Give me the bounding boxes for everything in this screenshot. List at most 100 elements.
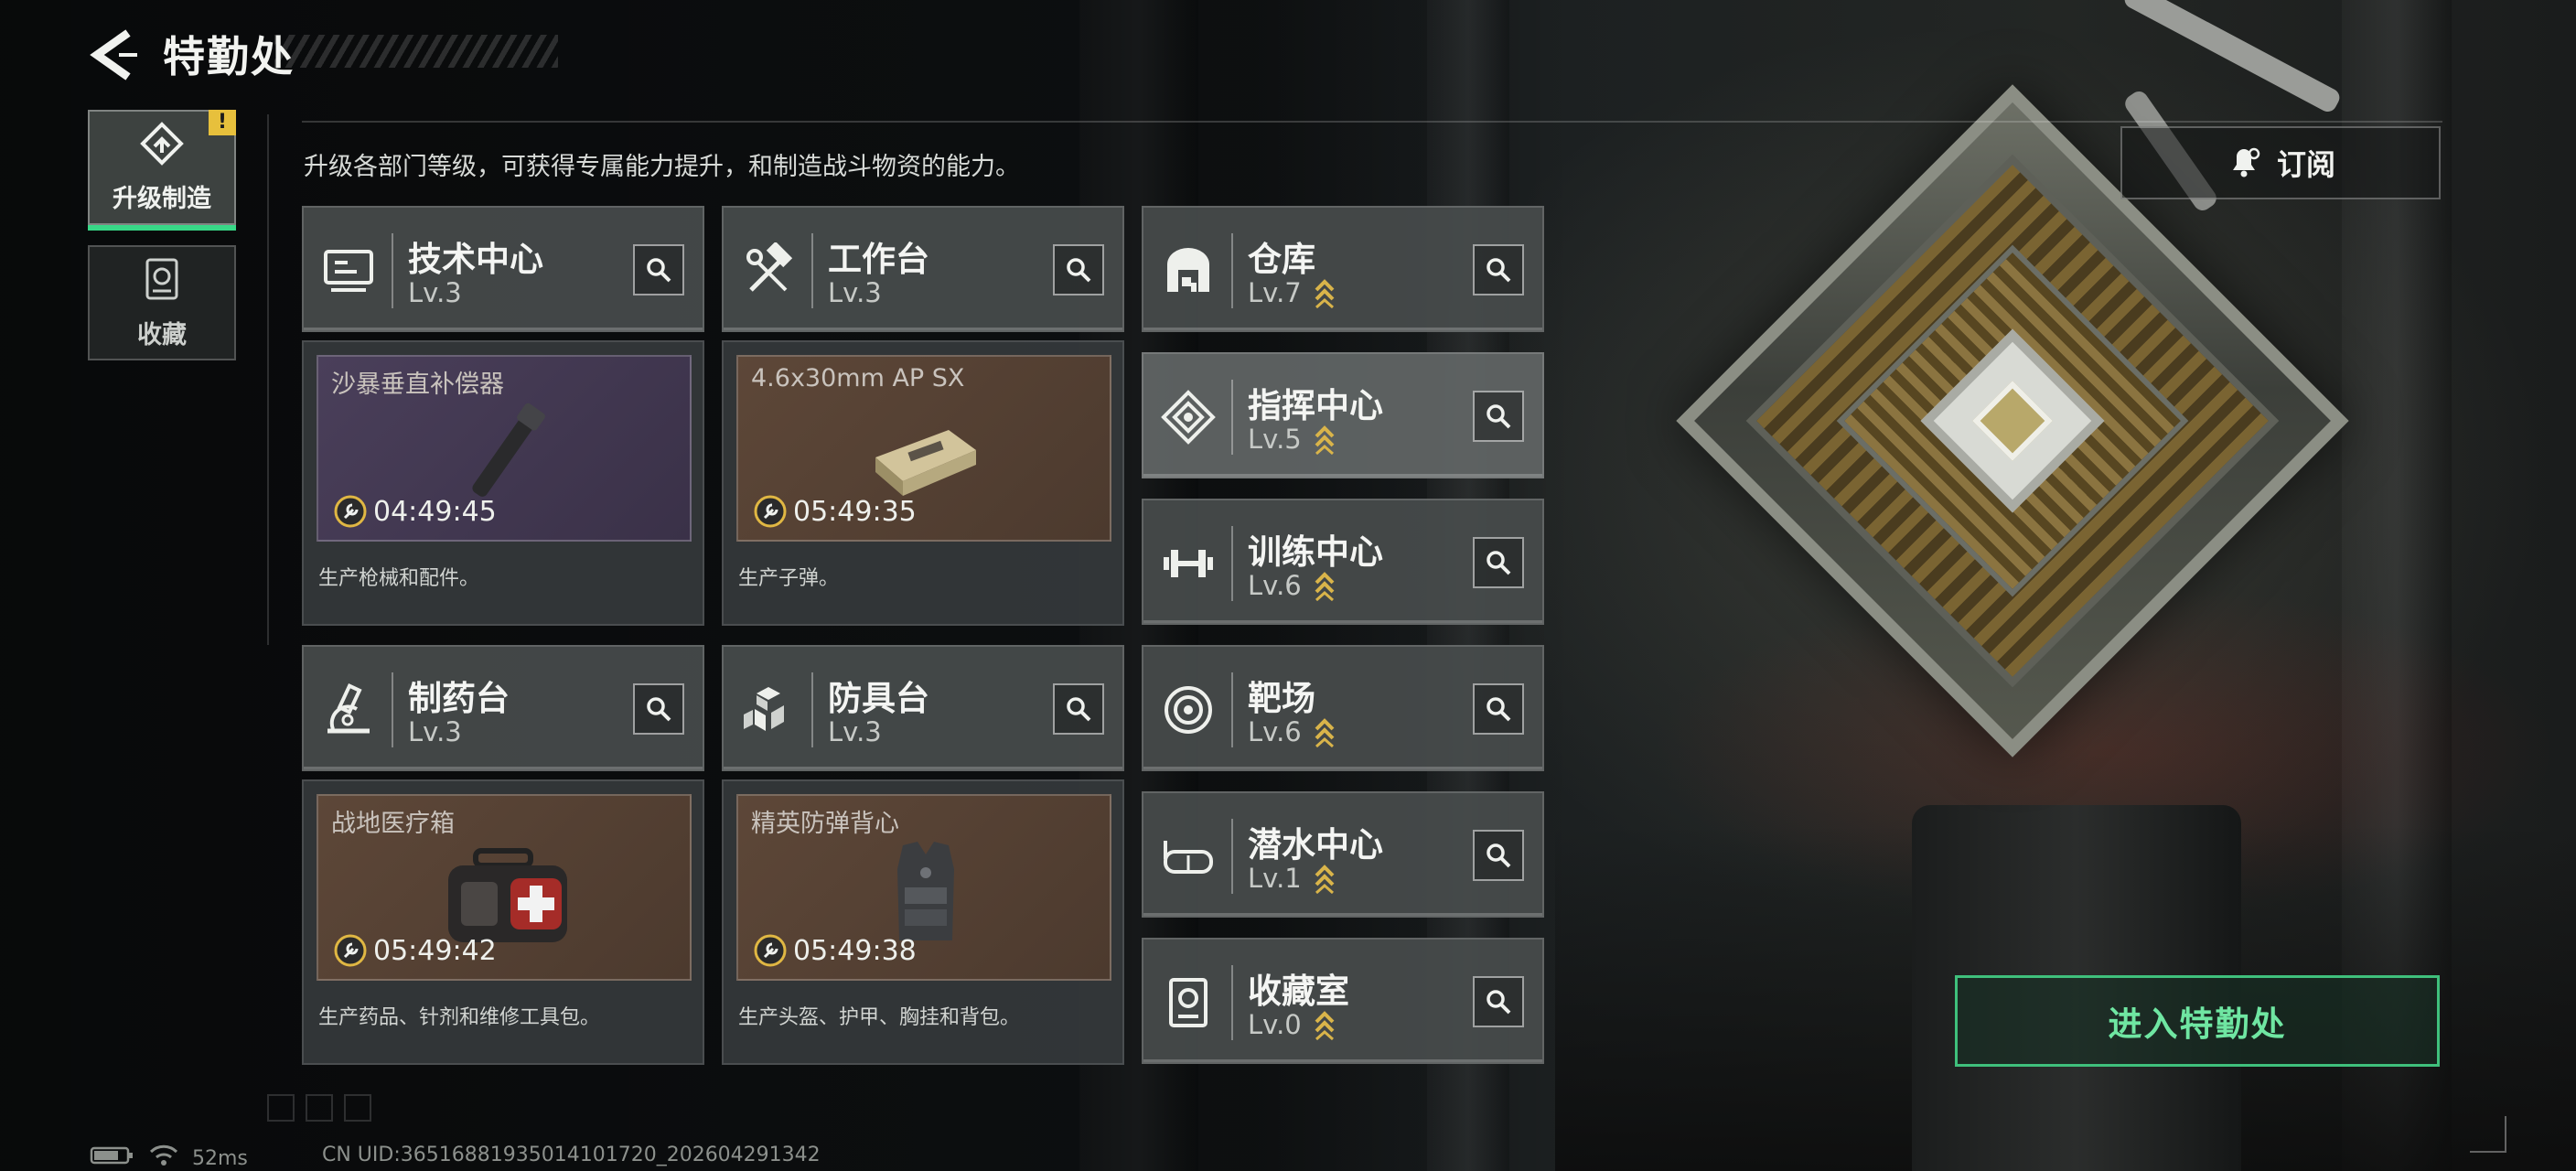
collection-room-icon <box>1160 974 1217 1031</box>
station-level: Lv.3 <box>408 716 462 747</box>
production-item[interactable]: 4.6x30mm AP SX 05:49:35 <box>736 355 1111 542</box>
search-button[interactable] <box>1473 830 1524 881</box>
search-button[interactable] <box>1053 244 1104 295</box>
timer-value: 04:49:45 <box>373 495 497 528</box>
magnifier-icon <box>1067 258 1091 283</box>
production-slot-pharmacy[interactable]: 战地医疗箱 05:49:42 生产药品、针剂和维修工具包。 <box>302 779 704 1065</box>
item-name: 战地医疗箱 <box>331 810 455 838</box>
tab-upgrade-build[interactable]: ! 升级制造 <box>88 110 236 231</box>
station-level: Lv.3 <box>828 277 882 308</box>
upgrade-available-icon <box>1315 865 1335 894</box>
facility-level: Lv.7 <box>1248 277 1302 308</box>
search-button[interactable] <box>633 683 684 735</box>
magnifier-icon <box>1487 990 1511 1015</box>
collection-icon <box>142 256 182 306</box>
facility-diving-center[interactable]: 潜水中心 Lv.1 <box>1142 791 1544 918</box>
tab-label: 收藏 <box>137 320 187 349</box>
command-center-icon <box>1160 389 1217 446</box>
divider <box>1231 526 1233 601</box>
timer-value: 05:49:38 <box>793 934 917 967</box>
magnifier-icon <box>647 697 671 722</box>
station-header-workbench[interactable]: 工作台 Lv.3 <box>722 206 1124 332</box>
microscope-icon <box>320 682 377 738</box>
facility-name: 收藏室 <box>1248 972 1349 1011</box>
tab-label: 升级制造 <box>113 184 211 213</box>
production-item[interactable]: 战地医疗箱 05:49:42 <box>317 794 692 981</box>
status-bar: 52ms <box>90 1144 248 1171</box>
magnifier-icon <box>1067 697 1091 722</box>
production-slot-tech-center[interactable]: 沙暴垂直补偿器 04:49:45 生产枪械和配件。 <box>302 340 704 626</box>
magnifier-icon <box>1487 258 1511 283</box>
search-button[interactable] <box>1473 537 1524 588</box>
enter-special-ops-button[interactable]: 进入特勤处 <box>1955 975 2440 1067</box>
tech-center-icon <box>320 242 377 299</box>
search-button[interactable] <box>1473 976 1524 1027</box>
wrench-timer-icon <box>334 495 367 528</box>
production-item[interactable]: 沙暴垂直补偿器 04:49:45 <box>317 355 692 542</box>
production-timer: 05:49:42 <box>333 933 497 968</box>
divider <box>1231 233 1233 308</box>
divider <box>1231 380 1233 455</box>
warehouse-icon <box>1160 242 1217 299</box>
station-header-armor[interactable]: 防具台 Lv.3 <box>722 645 1124 771</box>
facility-name: 靶场 <box>1248 679 1315 718</box>
production-timer: 05:49:38 <box>753 933 917 968</box>
subscribe-button[interactable]: 订阅 <box>2120 126 2441 199</box>
decoration <box>306 1094 333 1122</box>
decoration <box>267 1094 295 1122</box>
facility-name: 指挥中心 <box>1248 386 1383 425</box>
magnifier-icon <box>1487 404 1511 429</box>
corner-decoration <box>2470 1116 2506 1153</box>
magnifier-icon <box>1487 843 1511 868</box>
search-button[interactable] <box>633 244 684 295</box>
divider <box>302 121 2442 123</box>
wifi-icon <box>148 1144 179 1171</box>
item-name: 4.6x30mm AP SX <box>751 364 965 392</box>
facility-level: Lv.1 <box>1248 863 1302 894</box>
hammer-wrench-icon <box>740 241 797 299</box>
back-arrow-icon[interactable] <box>86 27 141 82</box>
alert-badge: ! <box>209 110 236 135</box>
upgrade-available-icon <box>1315 718 1335 747</box>
title-decoration <box>274 35 558 68</box>
upgrade-available-icon <box>1315 1011 1335 1040</box>
station-header-pharmacy[interactable]: 制药台 Lv.3 <box>302 645 704 771</box>
page-title: 特勤处 <box>163 32 295 81</box>
dumbbell-icon <box>1160 535 1217 592</box>
user-uid: CN UID:365168819350141017​20_20260429134… <box>322 1144 821 1166</box>
upgrade-available-icon <box>1315 425 1335 455</box>
station-name: 工作台 <box>828 240 929 279</box>
magnifier-icon <box>647 258 671 283</box>
search-button[interactable] <box>1473 683 1524 735</box>
divider <box>811 672 813 747</box>
magnifier-icon <box>1487 697 1511 722</box>
wrench-timer-icon <box>754 495 787 528</box>
subscribe-label: 订阅 <box>2276 147 2335 182</box>
divider <box>811 233 813 308</box>
search-button[interactable] <box>1473 244 1524 295</box>
production-timer: 04:49:45 <box>333 494 497 529</box>
facility-command-center[interactable]: 指挥中心 Lv.5 <box>1142 352 1544 478</box>
facility-collection-room[interactable]: 收藏室 Lv.0 <box>1142 938 1544 1064</box>
production-slot-armor[interactable]: 精英防弹背心 05:49:38 生产头盔、护甲、胸挂和背包。 <box>722 779 1124 1065</box>
tab-collection[interactable]: 收藏 <box>88 245 236 360</box>
target-icon <box>1160 682 1217 738</box>
station-header-tech-center[interactable]: 技术中心 Lv.3 <box>302 206 704 332</box>
production-slot-workbench[interactable]: 4.6x30mm AP SX 05:49:35 生产子弹。 <box>722 340 1124 626</box>
decoration <box>344 1094 371 1122</box>
wrench-timer-icon <box>754 934 787 967</box>
search-button[interactable] <box>1473 391 1524 442</box>
facility-level: Lv.6 <box>1248 716 1302 747</box>
divider <box>392 233 393 308</box>
divider <box>1231 965 1233 1040</box>
station-description: 生产子弹。 <box>738 567 840 590</box>
facility-name: 训练中心 <box>1248 532 1383 572</box>
facility-shooting-range[interactable]: 靶场 Lv.6 <box>1142 645 1544 771</box>
facility-training-center[interactable]: 训练中心 Lv.6 <box>1142 499 1544 625</box>
ping-value: 52ms <box>192 1146 248 1170</box>
production-item[interactable]: 精英防弹背心 05:49:38 <box>736 794 1111 981</box>
facility-warehouse[interactable]: 仓库 Lv.7 <box>1142 206 1544 332</box>
search-button[interactable] <box>1053 683 1104 735</box>
upgrade-available-icon <box>1315 572 1335 601</box>
station-name: 技术中心 <box>408 240 543 279</box>
